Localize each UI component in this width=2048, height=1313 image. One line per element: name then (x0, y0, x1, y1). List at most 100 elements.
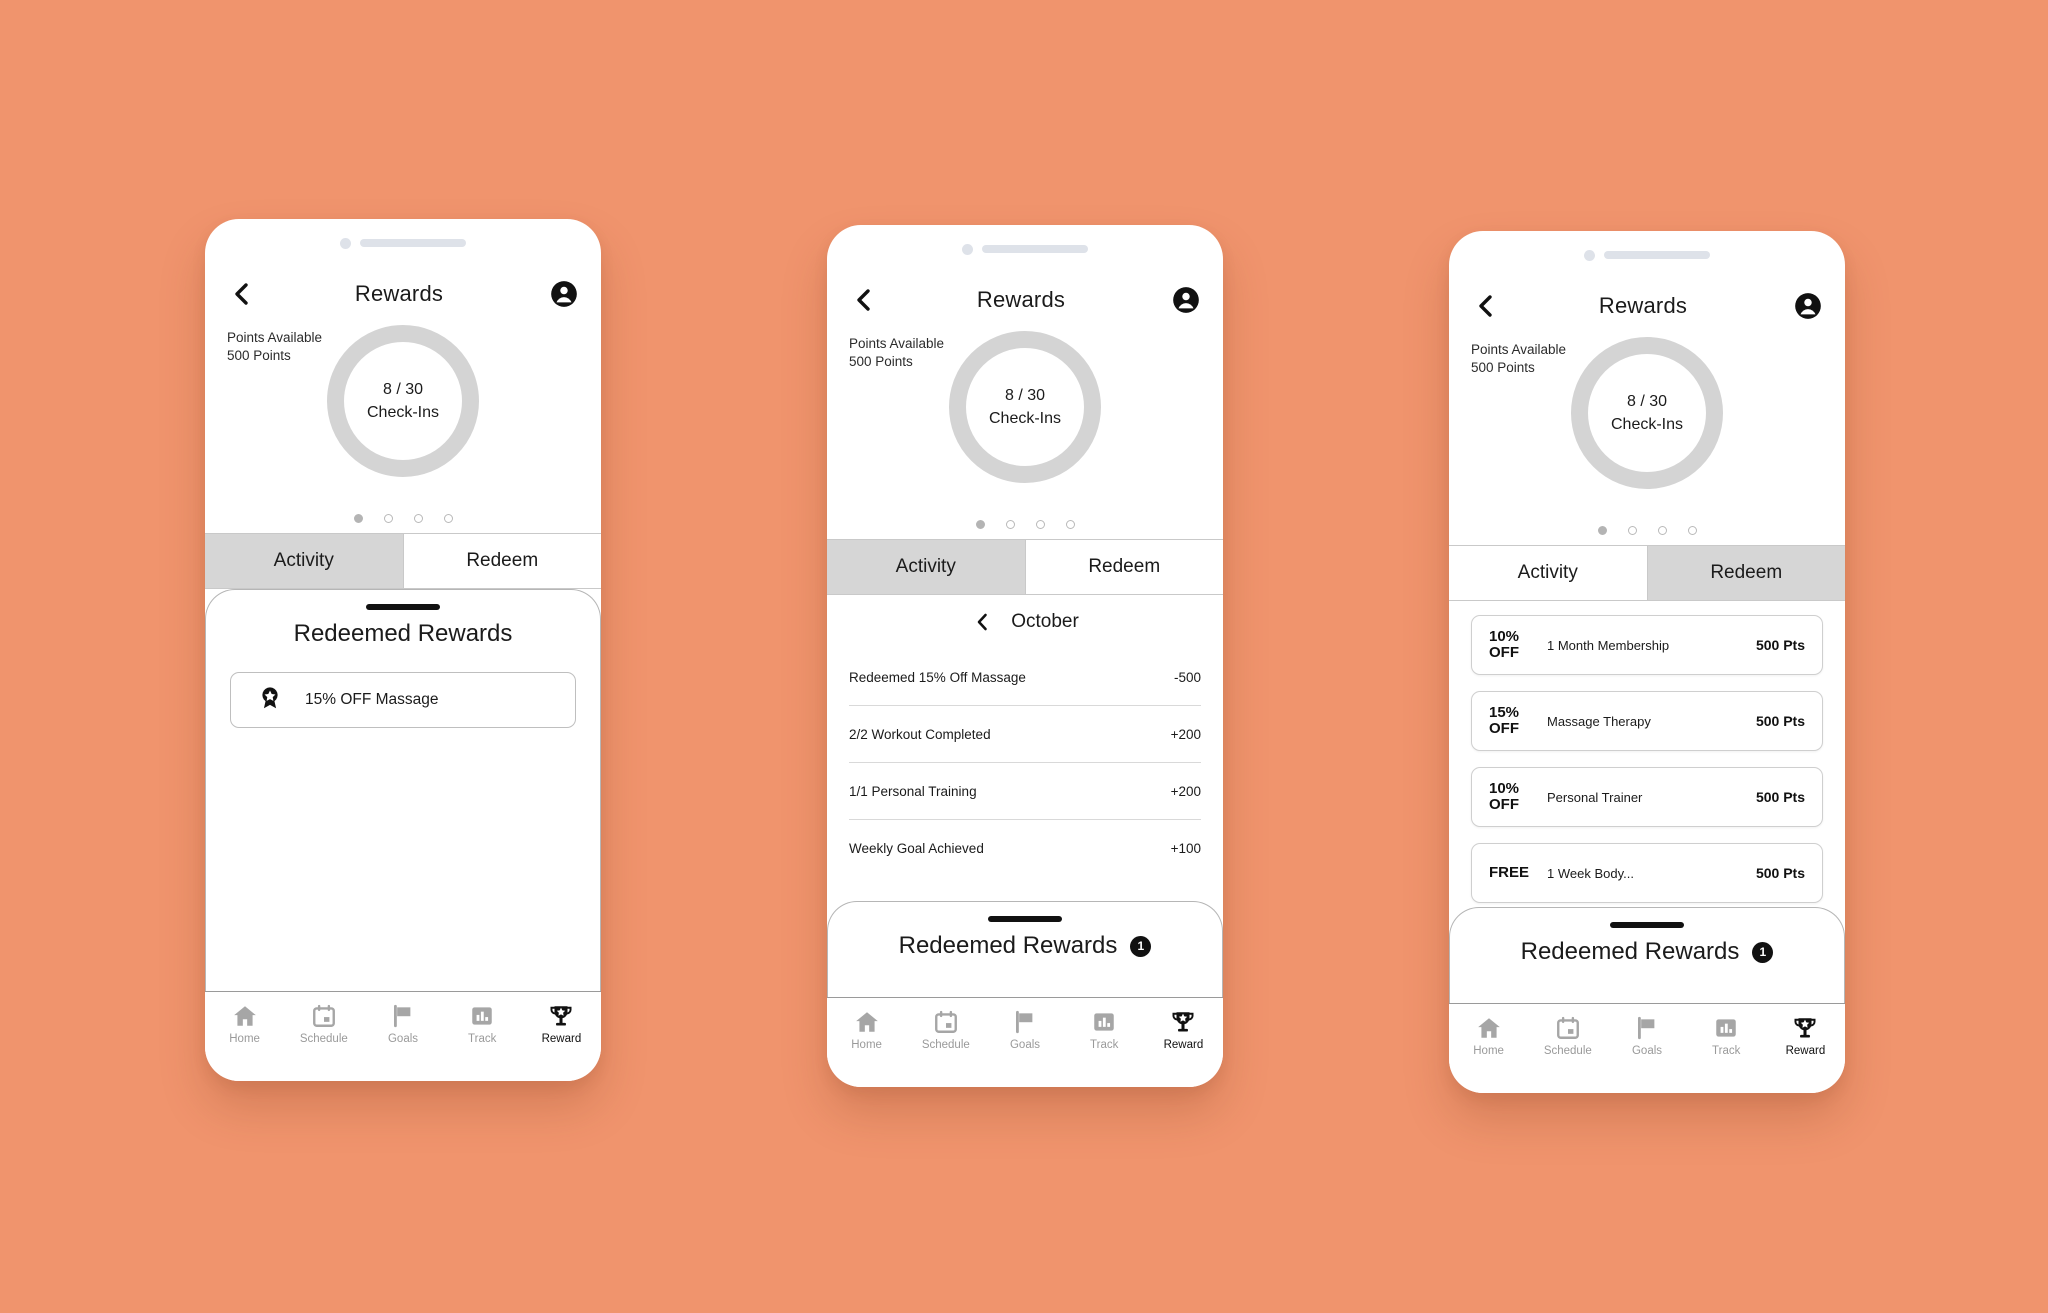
app-header: Rewards (827, 273, 1223, 327)
redeemed-rewards-sheet[interactable]: Redeemed Rewards 1 (1449, 907, 1845, 1003)
home-icon (855, 1012, 878, 1032)
nav-item-reward[interactable]: Reward (522, 1003, 601, 1045)
carousel-dot-1[interactable] (975, 519, 985, 529)
carousel-dots (205, 503, 601, 533)
nav-label-schedule: Schedule (921, 1039, 970, 1051)
activity-row[interactable]: Redeemed 15% Off Massage -500 (849, 649, 1201, 706)
check-ins-progress-ring: 8 / 30 Check-Ins (1571, 337, 1723, 489)
nav-item-goals[interactable]: Goals (985, 1009, 1064, 1051)
redeem-points: 500 Pts (1755, 865, 1805, 881)
flag-icon (1638, 1016, 1655, 1040)
carousel-dot-4[interactable] (443, 513, 453, 523)
page-title: Rewards (976, 287, 1066, 312)
redeem-card[interactable]: 15% OFF Massage Therapy 500 Pts (1471, 691, 1823, 751)
phone-mockup-1: Rewards Points Available 500 Points 8 / … (205, 219, 601, 1081)
check-ins-value: 8 / 30 (1626, 392, 1668, 410)
nav-label-home: Home (229, 1033, 260, 1045)
activity-list: Redeemed 15% Off Massage -500 2/2 Workou… (827, 649, 1223, 877)
phone-mockup-2: Rewards Points Available 500 Points 8 / … (827, 225, 1223, 1087)
redeem-card[interactable]: FREE 1 Week Body... 500 Pts (1471, 843, 1823, 903)
activity-row[interactable]: 1/1 Personal Training +200 (849, 763, 1201, 820)
nav-label-goals: Goals (387, 1033, 419, 1045)
redeem-card[interactable]: 10% OFF 1 Month Membership 500 Pts (1471, 615, 1823, 675)
flag-icon (394, 1004, 411, 1028)
tab-redeem[interactable]: Redeem (402, 534, 601, 588)
activity-amount: +200 (1170, 726, 1201, 742)
activity-row[interactable]: Weekly Goal Achieved +100 (849, 820, 1201, 877)
sheet-title: Redeemed Rewards (1520, 938, 1740, 965)
sheet-drag-handle[interactable] (988, 916, 1062, 922)
nav-item-goals[interactable]: Goals (363, 1003, 442, 1045)
carousel-dots (1449, 515, 1845, 545)
carousel-dot-3[interactable] (413, 513, 423, 523)
tab-redeem[interactable]: Redeem (1024, 540, 1223, 594)
app-header: Rewards (205, 267, 601, 321)
points-summary: Points Available 500 Points 8 / 30 Check… (1449, 333, 1845, 515)
sheet-content: 15% OFF Massage (206, 654, 600, 728)
redeem-points: 500 Pts (1755, 789, 1805, 805)
nav-label-goals: Goals (1009, 1039, 1041, 1051)
nav-item-track[interactable]: Track (443, 1003, 522, 1045)
tab-activity[interactable]: Activity (205, 534, 403, 588)
redeem-discount-word: OFF (1489, 644, 1519, 661)
bottom-navigation: Home Schedule Goals Track Reward (827, 997, 1223, 1087)
nav-item-schedule[interactable]: Schedule (1528, 1015, 1607, 1057)
phone-mockup-3: Rewards Points Available 500 Points 8 / … (1449, 231, 1845, 1093)
tab-activity[interactable]: Activity (827, 540, 1025, 594)
account-circle-icon[interactable] (549, 279, 579, 309)
carousel-dot-3[interactable] (1657, 525, 1667, 535)
carousel-dot-4[interactable] (1065, 519, 1075, 529)
redeem-name: 1 Week Body... (1547, 865, 1634, 881)
nav-item-home[interactable]: Home (205, 1003, 284, 1045)
redeemed-rewards-sheet[interactable]: Redeemed Rewards 1 (827, 901, 1223, 997)
check-ins-unit: Check-Ins (988, 410, 1062, 427)
nav-item-goals[interactable]: Goals (1607, 1015, 1686, 1057)
carousel-dot-2[interactable] (1005, 519, 1015, 529)
nav-item-schedule[interactable]: Schedule (284, 1003, 363, 1045)
nav-item-schedule[interactable]: Schedule (906, 1009, 985, 1051)
nav-item-reward[interactable]: Reward (1766, 1015, 1845, 1057)
trophy-star-icon (550, 1006, 572, 1026)
carousel-dot-2[interactable] (383, 513, 393, 523)
redeem-card[interactable]: 10% OFF Personal Trainer 500 Pts (1471, 767, 1823, 827)
carousel-dot-3[interactable] (1035, 519, 1045, 529)
redeem-discount-word: OFF (1489, 720, 1519, 737)
month-selector: October (827, 595, 1223, 649)
carousel-dot-1[interactable] (353, 513, 363, 523)
speaker-bar (982, 245, 1088, 253)
redeem-name: Personal Trainer (1547, 789, 1643, 805)
tab-activity[interactable]: Activity (1449, 546, 1647, 600)
nav-item-track[interactable]: Track (1065, 1009, 1144, 1051)
carousel-dot-2[interactable] (1627, 525, 1637, 535)
nav-item-reward[interactable]: Reward (1144, 1009, 1223, 1051)
nav-label-home: Home (851, 1039, 882, 1051)
redeem-points: 500 Pts (1755, 637, 1805, 653)
app-header: Rewards (1449, 279, 1845, 333)
trophy-star-icon (1172, 1012, 1194, 1032)
account-circle-icon[interactable] (1171, 285, 1201, 315)
sheet-drag-handle[interactable] (1610, 922, 1684, 928)
nav-item-track[interactable]: Track (1687, 1015, 1766, 1057)
activity-label: 1/1 Personal Training (849, 783, 977, 799)
account-circle-icon[interactable] (1793, 291, 1823, 321)
nav-label-reward: Reward (541, 1033, 582, 1045)
screen-body-2: October Redeemed 15% Off Massage -500 2/… (827, 595, 1223, 997)
nav-item-home[interactable]: Home (827, 1009, 906, 1051)
redeem-discount-pct: 10% (1489, 627, 1520, 645)
redeem-discount-pct: FREE (1489, 863, 1530, 881)
carousel-dot-1[interactable] (1597, 525, 1607, 535)
activity-amount: +200 (1170, 783, 1201, 799)
sheet-drag-handle[interactable] (366, 604, 440, 610)
activity-row[interactable]: 2/2 Workout Completed +200 (849, 706, 1201, 763)
tab-redeem[interactable]: Redeem (1646, 546, 1845, 600)
activity-label: Weekly Goal Achieved (849, 841, 984, 856)
nav-item-home[interactable]: Home (1449, 1015, 1528, 1057)
redeemed-reward-item[interactable]: 15% OFF Massage (230, 672, 576, 728)
check-ins-progress-ring: 8 / 30 Check-Ins (949, 331, 1101, 483)
sheet-header: Redeemed Rewards (206, 620, 600, 654)
redeemed-rewards-sheet: Redeemed Rewards 15% OFF Massage (205, 589, 601, 991)
speaker-bar (1604, 251, 1710, 259)
carousel-dot-4[interactable] (1687, 525, 1697, 535)
previous-month-button[interactable] (971, 611, 993, 633)
redeem-discount: 10% OFF (1489, 627, 1539, 661)
